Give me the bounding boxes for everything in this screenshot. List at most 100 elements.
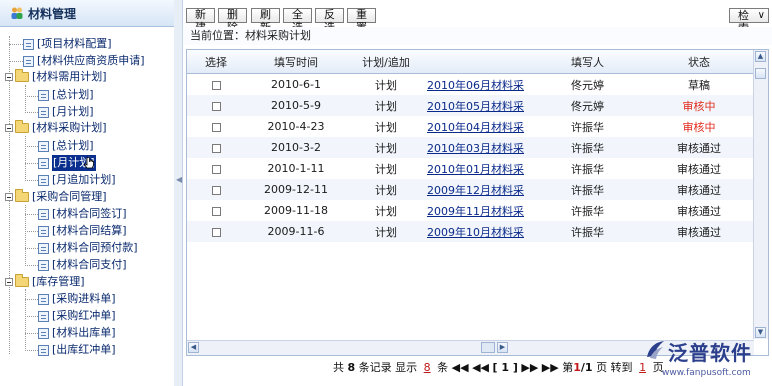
delete-button[interactable]: 删除 <box>218 8 247 34</box>
table-row[interactable]: 2009-12-11 计划 2009年12月材料采 许振华 审核通过 <box>187 179 754 200</box>
plan-name-link[interactable]: 2010年05月材料采 <box>427 100 524 113</box>
scroll-thumb[interactable] <box>755 68 766 79</box>
cell-filler: 许振华 <box>571 120 604 134</box>
plan-name-link[interactable]: 2009年12月材料采 <box>427 184 524 197</box>
column-header-type[interactable]: 计划/追加 <box>347 50 425 74</box>
chevron-down-icon: ∨ <box>757 10 765 21</box>
tree-item-demand-monthly-plan[interactable]: [月计划] <box>38 104 94 120</box>
row-checkbox[interactable] <box>211 80 221 90</box>
table-row[interactable]: 2009-11-6 计划 2009年10月材料采 许振华 审核通过 <box>187 221 754 242</box>
table-row[interactable]: 2010-5-9 计划 2010年05月材料采 佟元婷 审核中 <box>187 95 754 116</box>
tree-item-label: [采购合同管理] <box>32 190 107 203</box>
table-row[interactable]: 2010-6-1 计划 2010年06月材料采 佟元婷 草稿 <box>187 74 754 96</box>
cell-status: 审核通过 <box>644 137 754 158</box>
row-checkbox[interactable] <box>211 185 221 195</box>
plan-name-link[interactable]: 2010年06月材料采 <box>427 79 524 92</box>
table-row[interactable]: 2010-4-23 计划 2010年04月材料采 许振华 审核中 <box>187 116 754 137</box>
column-header-name[interactable] <box>425 50 531 74</box>
table-row[interactable]: 2009-11-18 计划 2009年11月材料采 许振华 审核通过 <box>187 200 754 221</box>
row-checkbox[interactable] <box>211 101 221 111</box>
column-header-date[interactable]: 填写时间 <box>245 50 347 74</box>
cell-filler: 许振华 <box>531 179 644 200</box>
next-page-icon[interactable]: ▶▶ <box>521 361 538 374</box>
row-checkbox[interactable] <box>211 122 221 132</box>
document-icon <box>23 38 34 50</box>
tree-item-material-outbound[interactable]: [材料出库单] <box>38 325 116 341</box>
tree-item-project-material-config[interactable]: [项目材料配置] <box>23 36 112 52</box>
collapse-arrow-icon[interactable]: ◀ <box>176 176 182 184</box>
prev-page-icon[interactable]: ◀◀ <box>472 361 489 374</box>
table-row[interactable]: 2010-3-2 计划 2010年03月材料采 许振华 审核通过 <box>187 137 754 158</box>
tree-item-purchase-monthly-additional[interactable]: [月追加计划] <box>38 172 116 188</box>
plan-name-link[interactable]: 2009年11月材料采 <box>427 205 524 218</box>
tree-folder-purchase-contract[interactable]: [采购合同管理] <box>5 189 107 205</box>
row-checkbox[interactable] <box>211 206 221 216</box>
scroll-right-icon[interactable]: ▶ <box>497 342 508 353</box>
document-icon <box>38 208 49 220</box>
page-size-input[interactable]: 8 <box>421 361 434 374</box>
cell-date: 2010-3-2 <box>245 137 347 158</box>
tree-item-contract-payment[interactable]: [材料合同支付] <box>38 257 127 273</box>
scroll-left-icon[interactable]: ◀ <box>188 342 199 353</box>
tree-folder-material-demand-plan[interactable]: [材料需用计划] <box>5 69 107 85</box>
collapse-icon[interactable] <box>5 278 13 286</box>
search-button[interactable]: 检索 ∨ <box>729 8 769 35</box>
column-header-filler[interactable]: 填写人 <box>531 50 644 74</box>
table-header-row: 选择 填写时间 计划/追加 填写人 状态 <box>187 50 754 74</box>
tree-item-demand-total-plan[interactable]: [总计划] <box>38 87 94 103</box>
invert-selection-button[interactable]: 反选 <box>315 8 344 34</box>
tree-item-label: [库存管理] <box>32 275 85 288</box>
tree-item-purchase-receipt[interactable]: [采购进料单] <box>38 291 116 307</box>
tree-item-purchase-reversal[interactable]: [采购红冲单] <box>38 308 116 324</box>
folder-icon <box>15 274 29 287</box>
plan-name-link[interactable]: 2010年04月材料采 <box>427 121 524 134</box>
page-current: 1 <box>573 361 581 374</box>
tree-item-purchase-total-plan[interactable]: [总计划] <box>38 138 94 154</box>
tree-item-outbound-reversal[interactable]: [出库红冲单] <box>38 342 116 358</box>
collapse-icon[interactable] <box>5 73 13 81</box>
column-header-select[interactable]: 选择 <box>187 50 245 74</box>
tree-folder-inventory[interactable]: [库存管理] <box>5 274 85 290</box>
cell-date: 2009-11-6 <box>245 221 347 242</box>
scroll-thumb[interactable] <box>481 342 495 353</box>
cell-type: 计划 <box>375 120 397 134</box>
tree-item-contract-prepayment[interactable]: [材料合同预付款] <box>38 240 138 256</box>
plan-name-link[interactable]: 2009年10月材料采 <box>427 226 524 239</box>
vertical-scrollbar[interactable]: ▲ ▼ <box>753 50 768 339</box>
brand-name: 泛普软件 <box>668 341 752 365</box>
collapse-icon[interactable] <box>5 193 13 201</box>
tree-item-contract-settlement[interactable]: [材料合同结算] <box>38 223 127 239</box>
pager-text: 条记录 显示 <box>358 361 418 374</box>
collapse-icon[interactable] <box>5 124 13 132</box>
sidebar-header: 材料管理 <box>0 0 174 27</box>
plan-name-link[interactable]: 2010年03月材料采 <box>427 142 524 155</box>
pager-total: 8 <box>347 361 356 374</box>
document-icon <box>38 344 49 356</box>
document-icon <box>38 310 49 322</box>
panel-splitter[interactable]: ◀ <box>174 0 183 386</box>
scroll-up-icon[interactable]: ▲ <box>755 51 766 62</box>
tree-item-label: [出库红冲单] <box>52 343 116 356</box>
last-page-icon[interactable]: ▶▶ <box>542 361 559 374</box>
row-checkbox[interactable] <box>211 164 221 174</box>
row-checkbox[interactable] <box>211 143 221 153</box>
table-row[interactable]: 2010-1-11 计划 2010年01月材料采 许振华 审核通过 <box>187 158 754 179</box>
column-header-status[interactable]: 状态 <box>644 50 754 74</box>
users-icon <box>10 6 24 20</box>
row-checkbox[interactable] <box>211 227 221 237</box>
tree-folder-material-purchase-plan[interactable]: [材料采购计划] <box>5 120 107 136</box>
brand-logo <box>647 341 664 359</box>
cell-status: 草稿 <box>688 78 710 92</box>
tree-item-contract-sign[interactable]: [材料合同签订] <box>38 206 127 222</box>
refresh-button[interactable]: 刷新 <box>251 8 280 34</box>
cell-status: 审核通过 <box>677 204 721 218</box>
reset-button[interactable]: 重置 <box>347 8 376 34</box>
brand-watermark: 泛普软件 www.fanpusoft.com <box>642 336 772 386</box>
select-all-button[interactable]: 全选 <box>283 8 312 34</box>
tree-item-purchase-monthly-plan[interactable]: [月计划] <box>38 155 96 171</box>
tree-item-supplier-qualification[interactable]: [材料供应商资质申请] <box>23 53 145 69</box>
tree-item-label: [总计划] <box>52 88 94 101</box>
first-page-icon[interactable]: ◀◀ <box>452 361 469 374</box>
new-button[interactable]: 新建 <box>186 8 215 34</box>
plan-name-link[interactable]: 2010年01月材料采 <box>427 163 524 176</box>
